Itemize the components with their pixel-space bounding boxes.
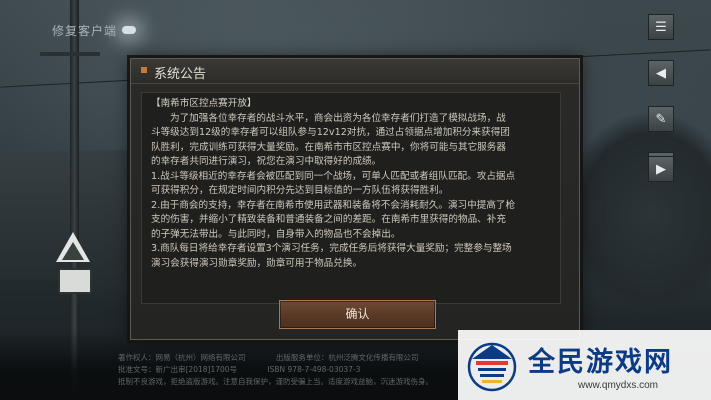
menu-button[interactable]: ☰ — [648, 14, 674, 40]
temple-logo-icon — [467, 342, 517, 392]
notes-button[interactable]: ✎ — [648, 106, 674, 132]
app-title: 修复客户端 — [52, 24, 118, 38]
pole-arm — [40, 52, 100, 56]
play-icon: ▶ — [656, 161, 666, 177]
approval-number: 批准文号：新广出审[2018]1700号 — [118, 365, 238, 374]
announcement-line: 为了加强各位幸存者的战斗水平，商会出资为各位幸存者们打造了模拟战场，战 — [170, 112, 506, 124]
announcement-line: 队胜利，完成训练可获得大量奖励。在南希市市区控点赛中，你将可能与其它服务器 — [151, 141, 506, 153]
legal-info: 著作权人：网易（杭州）网络有限公司 出版服务单位：杭州泛腾文化传播有限公司 批准… — [118, 352, 461, 388]
isbn: ISBN 978-7-498-03037-3 — [267, 365, 361, 374]
notepad-icon: ✎ — [655, 111, 667, 127]
background-tree — [561, 110, 711, 320]
announcement-text: 【南希市区控点赛开放】 为了加强各位幸存者的战斗水平，商会出资为各位幸存者们打造… — [151, 97, 553, 271]
watermark-url: www.qmydxs.com — [578, 380, 659, 391]
announcement-line: 3.商队每日将给幸存者设置3个演习任务，完成任务后将获得大量奖励；完整参与整场 — [151, 243, 512, 254]
announcement-line: 演习会获得演习勋章奖励，勋章可用于物品兑换。 — [151, 257, 363, 269]
announcement-line: 的幸存者共同进行演习，祝您在演习中取得好的成绩。 — [151, 156, 382, 167]
publisher: 出版服务单位：杭州泛腾文化传播有限公司 — [275, 353, 419, 362]
speaker-icon: ◀ — [656, 65, 666, 81]
announcement-heading: 【南希市区控点赛开放】 — [151, 98, 257, 109]
announcement-content[interactable]: 【南希市区控点赛开放】 为了加强各位幸存者的战斗水平，商会出资为各位幸存者们打造… — [141, 92, 561, 304]
dialog-header: 系统公告 — [131, 59, 579, 84]
copyright-holder: 著作权人：网易（杭州）网络有限公司 — [118, 353, 246, 362]
road-sign — [58, 268, 92, 294]
announcement-line: 1.战斗等级相近的幸存者会被匹配到同一个战场，可单人匹配或者组队匹配。攻占据点 — [151, 170, 516, 182]
announcement-line: 斗等级达到12级的幸存者可以组队参与12v12对抗，通过占领据点增加积分来获得团 — [151, 127, 510, 138]
announcement-line: 支的伤害，并缩小了精致装备和普通装备之间的差距。在南希市里获得的物品、补充 — [151, 214, 506, 225]
announcement-line: 2.由于商会的支持，幸存者在南希市使用武器和装备将不会消耗耐久。演习中提高了枪 — [151, 199, 516, 211]
announcement-line: 可获得积分，在规定时间内积分先达到目标值的一方队伍将获得胜利。 — [151, 185, 449, 196]
game-screen: 修复客户端 ☰ ◀ ✎ ⚙ ▶ 系统公告 【南希市区控点赛开放】 为了加强各位幸… — [0, 0, 711, 400]
street-lamp — [122, 26, 136, 34]
sound-button[interactable]: ◀ — [648, 60, 674, 86]
health-notice: 抵制不良游戏，拒绝盗版游戏。注意自我保护，谨防受骗上当。适度游戏益脑，沉迷游戏伤… — [118, 377, 433, 386]
dialog-title: 系统公告 — [154, 67, 207, 82]
site-watermark: 全民游戏网 www.qmydxs.com — [458, 330, 711, 400]
confirm-button[interactable]: 确认 — [279, 300, 436, 329]
video-button[interactable]: ▶ — [648, 156, 674, 182]
announcement-line: 的子弹无法带出。与此同时，自身带入的物品也不会掉出。 — [151, 228, 401, 240]
menu-icon: ☰ — [655, 19, 667, 35]
warning-sign-inner — [62, 242, 84, 260]
header-bullet-icon — [141, 67, 147, 73]
announcement-dialog: 系统公告 【南希市区控点赛开放】 为了加强各位幸存者的战斗水平，商会出资为各位幸… — [130, 58, 580, 340]
watermark-name: 全民游戏网 — [528, 347, 673, 378]
